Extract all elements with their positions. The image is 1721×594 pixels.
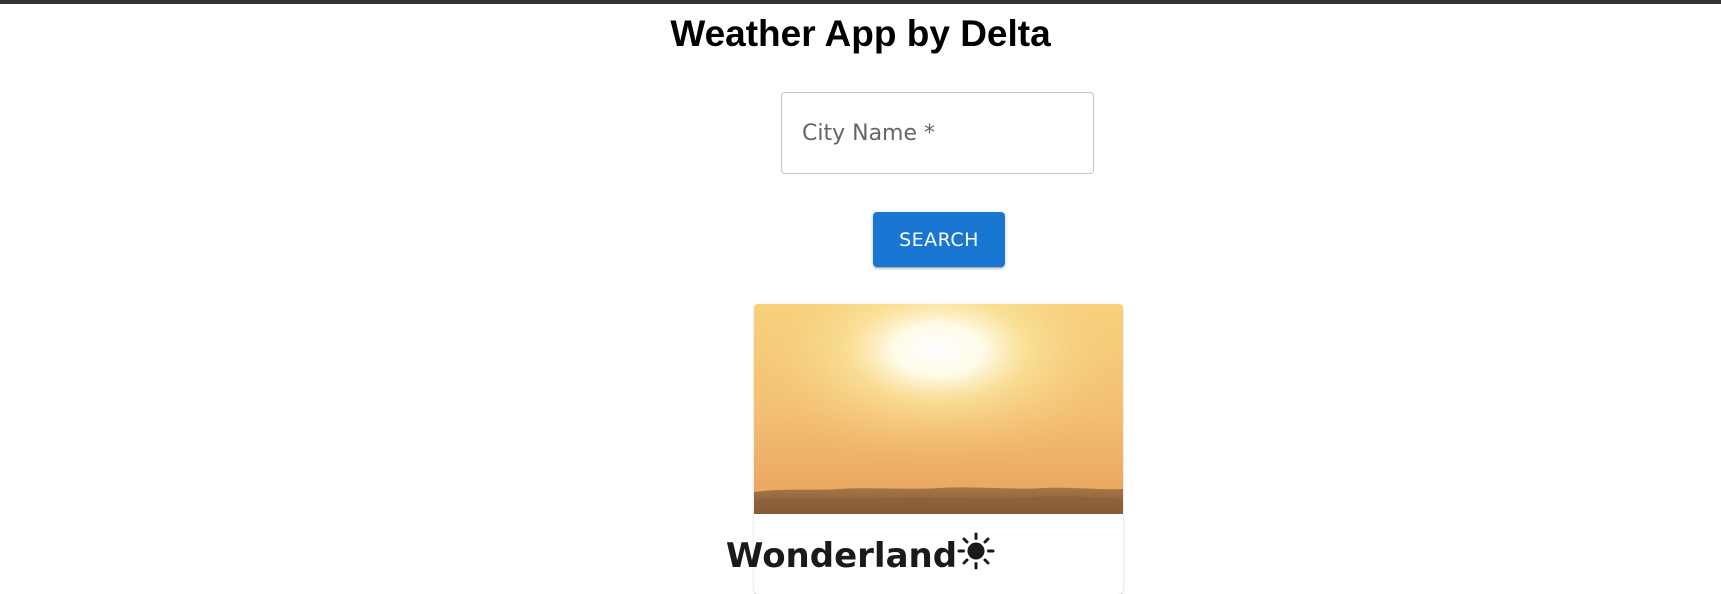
city-title: Wonderland [0,532,1721,578]
city-name-input[interactable] [782,93,1093,173]
desert-sunset-image [754,304,1123,514]
city-name: Wonderland [725,536,958,576]
page-title: Weather App by Delta [670,13,1051,54]
sun-icon [957,532,995,570]
window-top-border [0,0,1721,4]
weather-app: Weather App by Delta SEARCH [0,0,1721,594]
search-button[interactable]: SEARCH [873,212,1005,267]
city-name-field[interactable] [781,92,1094,174]
